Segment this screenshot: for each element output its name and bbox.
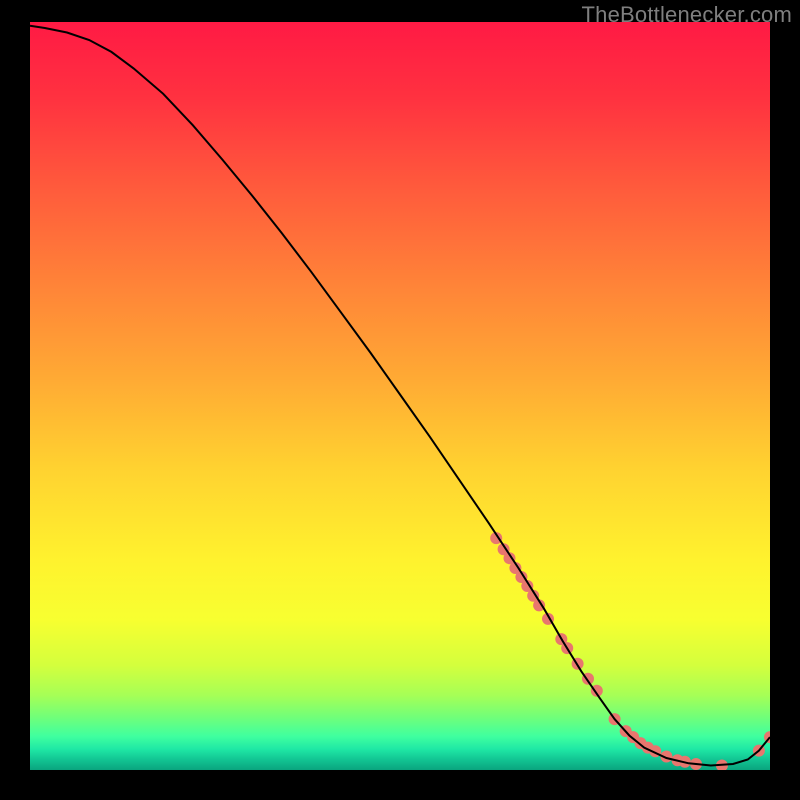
- watermark-label: TheBottlenecker.com: [582, 2, 792, 28]
- plot-svg: [30, 22, 770, 770]
- plot-area: [30, 22, 770, 770]
- chart-container: TheBottlenecker.com: [0, 0, 800, 800]
